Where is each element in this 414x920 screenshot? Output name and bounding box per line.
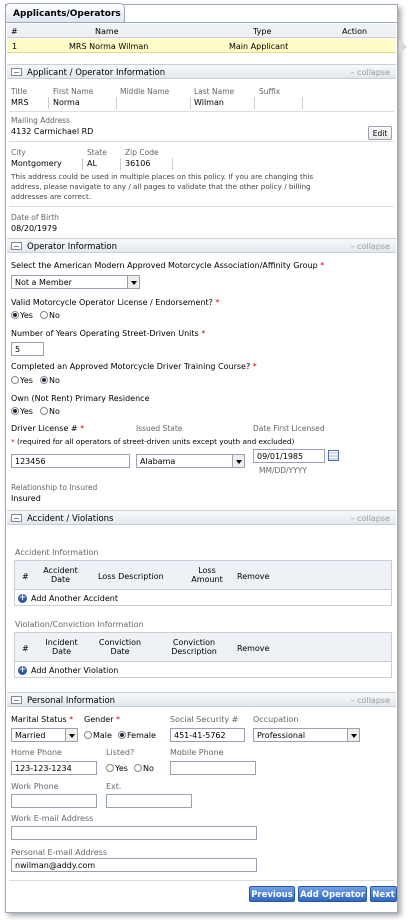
state-value: AL [87,159,97,168]
license-question: Valid Motorcycle Operator License / Endo… [11,298,220,307]
dl-note: * (required for all operators of street-… [11,437,295,446]
collapse-link[interactable]: – collapse [351,696,390,705]
work-email-input[interactable] [11,826,257,840]
home-phone-input[interactable]: 123-123-1234 [11,761,97,775]
add-operator-button[interactable]: Add Operator [298,886,367,902]
association-select[interactable]: Not a Member [11,275,140,289]
mailing-address-value: 4132 Carmichael RD [11,127,94,136]
listed-yes-radio[interactable] [106,764,114,772]
previous-button[interactable]: Previous [249,886,295,902]
chevron-down-icon [65,729,77,741]
accident-section-header[interactable]: Accident / Violations – collapse [7,510,396,525]
chevron-down-icon [127,276,139,288]
add-violation-link[interactable]: Add Another Violation [31,666,118,675]
collapse-link[interactable]: – collapse [351,242,390,251]
zip-value: 36106 [125,159,151,168]
mobile-phone-input[interactable] [170,761,256,775]
next-button[interactable]: Next [370,886,397,902]
city-value: Montgomery [11,159,62,168]
grid-header: # Name Type Action [7,24,396,38]
collapse-link[interactable]: – collapse [351,68,390,77]
selected-row-arrow-icon [399,40,407,54]
add-violation-icon[interactable]: + [18,666,27,675]
date-first-licensed-input[interactable]: 09/01/1985 [253,449,325,463]
years-input[interactable]: 5 [11,342,44,356]
address-note-line1: This address could be used in multiple p… [11,172,314,181]
violation-table: # Incident Date Conviction Date Convicti… [14,632,392,678]
calendar-icon[interactable] [328,450,339,461]
ssn-input[interactable]: 451-41-5762 [170,728,245,742]
gender-label: Gender * [84,715,121,724]
marital-label: Marital Status * [11,715,74,724]
personal-email-input[interactable]: nwilman@addy.com [11,858,257,872]
relationship-value: Insured [11,494,41,503]
applicant-section-header[interactable]: Applicant / Operator Information – colla… [7,64,396,79]
license-yes-radio[interactable] [11,311,19,319]
course-yes-radio[interactable] [11,376,19,384]
chevron-down-icon [347,729,359,741]
association-label: Select the American Modern Approved Moto… [11,261,325,270]
section-icon [11,68,22,76]
operator-section-header[interactable]: Operator Information – collapse [7,238,396,253]
tab-applicants-operators[interactable]: Applicants/Operators [5,3,125,22]
add-accident-icon[interactable]: + [18,594,27,603]
residence-question: Own (Not Rent) Primary Residence [11,394,150,403]
first-name-value: Norma [53,98,80,107]
issued-state-select[interactable]: Alabama [136,454,245,468]
course-question: Completed an Approved Motorcycle Driver … [11,362,257,371]
listed-no-radio[interactable] [134,764,142,772]
license-no-radio[interactable] [40,311,48,319]
personal-section-header[interactable]: Personal Information – collapse [7,692,396,707]
chevron-down-icon [232,455,244,467]
section-icon [11,514,22,522]
title-value: MRS [11,98,29,107]
work-phone-input[interactable] [11,794,97,808]
years-label: Number of Years Operating Street-Driven … [11,329,206,338]
address-note-line2: address, please navigate to any / all pa… [11,182,311,191]
section-icon [11,242,22,250]
dl-label: Driver License # * [11,424,85,433]
extension-input[interactable] [106,794,192,808]
gender-male-radio[interactable] [84,731,92,739]
course-no-radio[interactable] [40,376,48,384]
accident-table: # Accident Date Loss Description Loss Am… [14,560,392,606]
residence-yes-radio[interactable] [11,407,19,415]
section-icon [11,696,22,704]
marital-status-select[interactable]: Married [11,728,78,742]
residence-no-radio[interactable] [40,407,48,415]
address-note-line3: addresses are correct. [11,192,92,201]
driver-license-input[interactable]: 123456 [11,454,130,468]
occupation-select[interactable]: Professional [253,728,360,742]
last-name-value: Wilman [194,98,224,107]
collapse-link[interactable]: – collapse [351,514,390,523]
edit-address-button[interactable]: Edit [368,126,392,140]
add-accident-link[interactable]: Add Another Accident [31,594,118,603]
grid-row[interactable]: 1 MRS Norma Wilman Main Applicant [7,39,396,53]
applicants-panel: Applicants/Operators # Name Type Action … [5,3,407,913]
dob-value: 08/20/1979 [11,224,58,233]
gender-female-radio[interactable] [118,731,126,739]
